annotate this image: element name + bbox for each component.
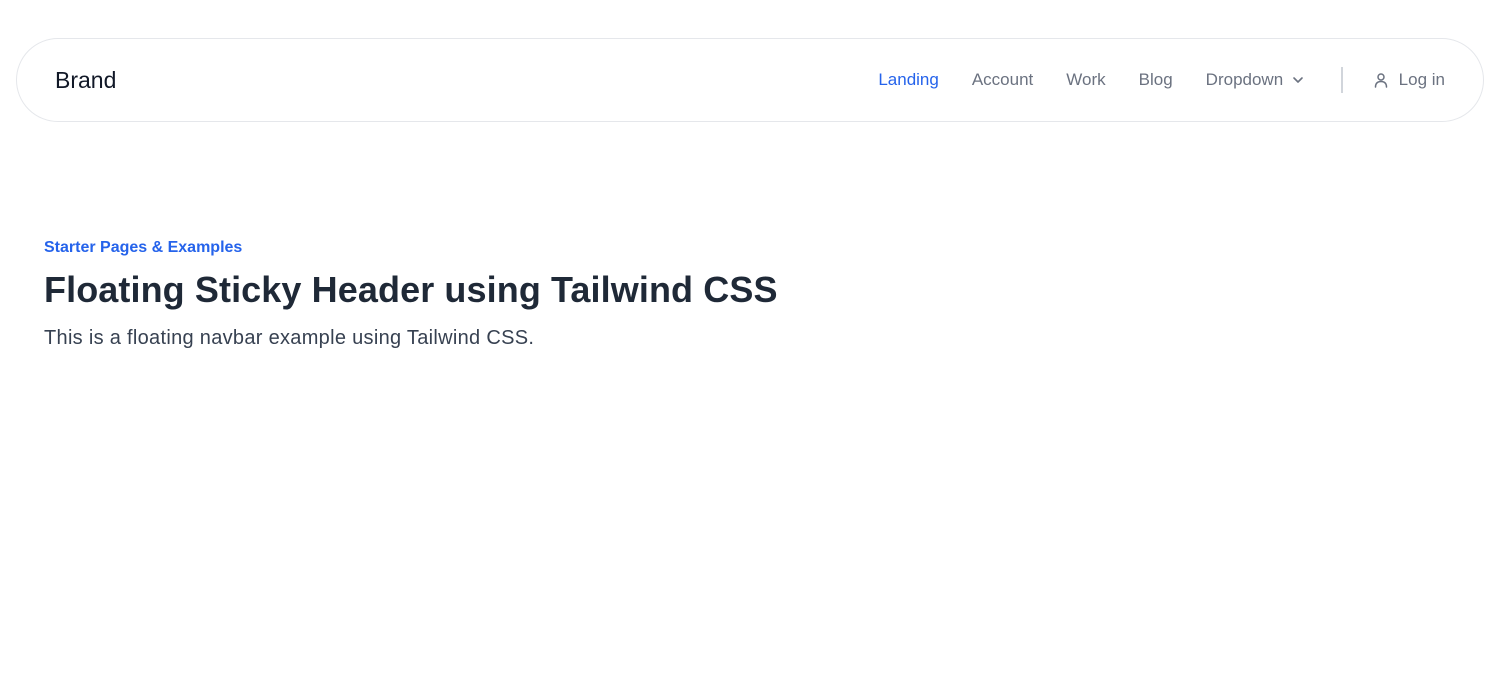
- chevron-down-icon: [1293, 77, 1303, 83]
- login-button[interactable]: Log in: [1373, 70, 1445, 90]
- nav-divider: [1341, 67, 1343, 93]
- nav-dropdown-toggle[interactable]: Dropdown: [1206, 70, 1306, 90]
- nav-link-account[interactable]: Account: [972, 70, 1033, 90]
- floating-navbar: Brand Landing Account Work Blog Dropdown…: [16, 38, 1484, 122]
- nav-dropdown-label: Dropdown: [1205, 70, 1284, 89]
- hero-eyebrow: Starter Pages & Examples: [44, 239, 243, 256]
- brand-logo[interactable]: Brand: [55, 67, 116, 94]
- user-icon: [1374, 73, 1387, 88]
- nav-link-work[interactable]: Work: [1066, 70, 1105, 90]
- nav-link-landing[interactable]: Landing: [878, 70, 939, 90]
- nav-menu: Landing Account Work Blog Dropdown Log i…: [878, 39, 1445, 121]
- hero-subtitle: This is a floating navbar example using …: [44, 327, 535, 349]
- nav-link-blog[interactable]: Blog: [1139, 70, 1173, 90]
- page-title: Floating Sticky Header using Tailwind CS…: [44, 269, 778, 310]
- hero-section: Starter Pages & Examples Floating Sticky…: [44, 236, 778, 353]
- login-label: Log in: [1398, 70, 1445, 89]
